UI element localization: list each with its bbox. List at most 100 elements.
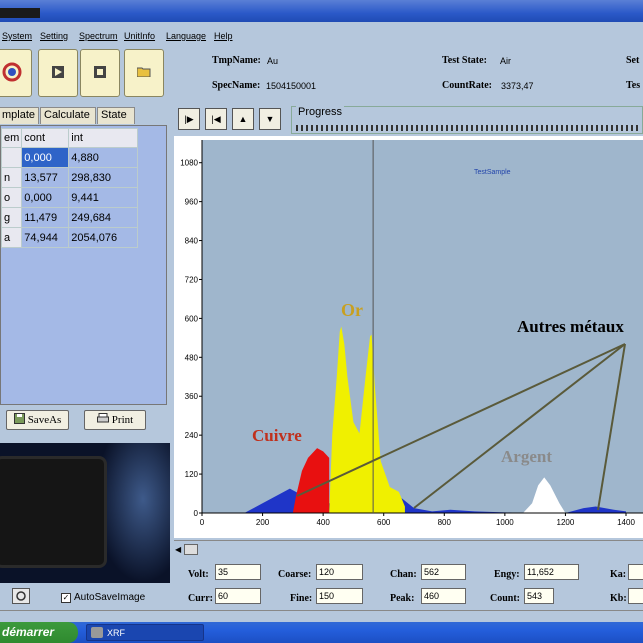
print-button[interactable]: Print xyxy=(84,410,146,430)
x-tick-label: 1200 xyxy=(557,518,575,527)
menu-setting[interactable]: Setting xyxy=(40,31,68,41)
y-tick-label: 840 xyxy=(185,237,199,246)
row-element-cell: n xyxy=(0,167,23,188)
tab-calculate[interactable]: Calculate xyxy=(40,107,96,124)
ka-field[interactable] xyxy=(628,564,643,580)
countrate-value: 3373,47 xyxy=(501,81,534,91)
kb-field[interactable] xyxy=(628,588,643,604)
annotation-label: Argent xyxy=(501,447,552,466)
x-tick-label: 400 xyxy=(316,518,330,527)
y-tick-label: 0 xyxy=(194,509,199,518)
autosave-row: ✓ AutoSaveImage xyxy=(0,585,172,609)
curr-field[interactable]: 60 xyxy=(215,588,261,604)
table-row[interactable]: a 74,944 2054,076 xyxy=(0,227,139,248)
menu-bar: System Setting Spectrum UnitInfo Languag… xyxy=(0,28,643,44)
x-tick-label: 0 xyxy=(200,518,205,527)
test-label-cut: Tes xyxy=(626,80,641,91)
tmpname-value: Au xyxy=(267,56,279,66)
autosave-checkbox[interactable]: ✓ xyxy=(61,593,71,603)
x-tick-label: 600 xyxy=(377,518,391,527)
x-tick-label: 1000 xyxy=(496,518,514,527)
stop-button[interactable] xyxy=(80,49,120,97)
y-tick-label: 240 xyxy=(185,431,199,440)
menu-language[interactable]: Language xyxy=(166,31,206,41)
taskbar-item-xrf[interactable]: XRF xyxy=(86,624,204,641)
x-tick-label: 800 xyxy=(438,518,452,527)
menu-spectrum[interactable]: Spectrum xyxy=(79,31,118,41)
curr-label: Curr: xyxy=(188,593,213,604)
progress-label: Progress xyxy=(296,106,345,118)
volt-label: Volt: xyxy=(188,569,209,580)
y-tick-label: 360 xyxy=(185,392,199,401)
scroll-left-icon[interactable]: ◀ xyxy=(175,545,181,554)
int-cell[interactable]: 298,830 xyxy=(68,167,139,188)
printer-icon xyxy=(96,413,109,427)
tab-state[interactable]: State xyxy=(97,107,135,124)
windows-taskbar: démarrer XRF xyxy=(0,622,643,643)
countrate-label: CountRate: xyxy=(442,80,492,91)
int-cell[interactable]: 249,684 xyxy=(68,207,139,228)
y-tick-label: 120 xyxy=(185,470,199,479)
nav-down-button[interactable]: ▼ xyxy=(259,108,281,130)
save-as-button[interactable]: SaveAs xyxy=(6,410,69,430)
scroll-thumb[interactable] xyxy=(184,544,198,555)
chan-field[interactable]: 562 xyxy=(421,564,466,580)
int-cell[interactable]: 9,441 xyxy=(68,187,139,208)
start-button[interactable] xyxy=(38,49,78,97)
menu-help[interactable]: Help xyxy=(214,31,233,41)
camera-settings-icon[interactable] xyxy=(12,588,30,607)
table-row[interactable]: o 0,000 9,441 xyxy=(0,187,139,208)
kb-label: Kb: xyxy=(610,593,627,604)
nav-up-button[interactable]: ▲ xyxy=(232,108,254,130)
menu-system[interactable]: System xyxy=(2,31,32,41)
coarse-field[interactable]: 120 xyxy=(316,564,363,580)
results-table: em cont int 0,000 4,880 n 13,577 298,830… xyxy=(0,128,139,248)
volt-field[interactable]: 35 xyxy=(215,564,261,580)
tab-template[interactable]: mplate xyxy=(0,107,39,124)
cont-cell[interactable]: 13,577 xyxy=(21,167,70,188)
engy-field[interactable]: 11,652 xyxy=(524,564,579,580)
menu-unitinfo[interactable]: UnitInfo xyxy=(124,31,155,41)
status-strip xyxy=(0,610,643,622)
fine-field[interactable]: 150 xyxy=(316,588,363,604)
save-icon xyxy=(13,413,25,427)
chart-toolbar: |▶ |◀ ▲ ▼ Progress xyxy=(174,104,643,136)
start-button[interactable]: démarrer xyxy=(0,622,78,643)
toolbar xyxy=(0,46,172,104)
column-header-element[interactable]: em xyxy=(0,128,23,148)
peak-field[interactable]: 460 xyxy=(421,588,466,604)
table-row[interactable]: g 11,479 249,684 xyxy=(0,207,139,228)
print-label: Print xyxy=(111,414,134,426)
info-bar: TmpName: Au SpecName: 1504150001 Test St… xyxy=(174,46,643,104)
open-button[interactable] xyxy=(124,49,164,97)
ka-label: Ka: xyxy=(610,569,627,580)
coarse-label: Coarse: xyxy=(278,569,312,580)
chart-title: TestSample xyxy=(474,169,511,176)
cont-cell[interactable]: 74,944 xyxy=(21,227,70,248)
int-cell[interactable]: 2054,076 xyxy=(68,227,139,248)
annotation-label: Cuivre xyxy=(252,426,302,445)
count-field[interactable]: 543 xyxy=(524,588,554,604)
specname-label: SpecName: xyxy=(212,80,261,91)
x-tick-label: 200 xyxy=(256,518,270,527)
int-cell[interactable]: 4,880 xyxy=(68,147,139,168)
column-header-cont[interactable]: cont xyxy=(21,128,70,148)
column-header-int[interactable]: int xyxy=(68,128,139,148)
peak-label: Peak: xyxy=(390,593,415,604)
logo-button[interactable] xyxy=(0,49,32,97)
y-tick-label: 600 xyxy=(185,314,199,323)
spectrum-chart[interactable]: 0 120 240 360 480 600 720 840 960 1080 0 200 400 600 8… xyxy=(174,136,643,538)
window-title-bar xyxy=(0,0,643,22)
cont-cell[interactable]: 0,000 xyxy=(21,147,70,168)
table-row[interactable]: 0,000 4,880 xyxy=(0,147,139,168)
nav-first-button[interactable]: |▶ xyxy=(178,108,200,130)
chan-label: Chan: xyxy=(390,569,417,580)
cont-cell[interactable]: 11,479 xyxy=(21,207,70,228)
nav-prev-button[interactable]: |◀ xyxy=(205,108,227,130)
table-row[interactable]: n 13,577 298,830 xyxy=(0,167,139,188)
progress-bar xyxy=(296,125,640,131)
chart-scrollbar[interactable]: ◀ xyxy=(174,540,643,558)
taskbar-item-label: XRF xyxy=(107,627,125,638)
cont-cell[interactable]: 0,000 xyxy=(21,187,70,208)
nav-up-icon: ▲ xyxy=(238,114,248,124)
